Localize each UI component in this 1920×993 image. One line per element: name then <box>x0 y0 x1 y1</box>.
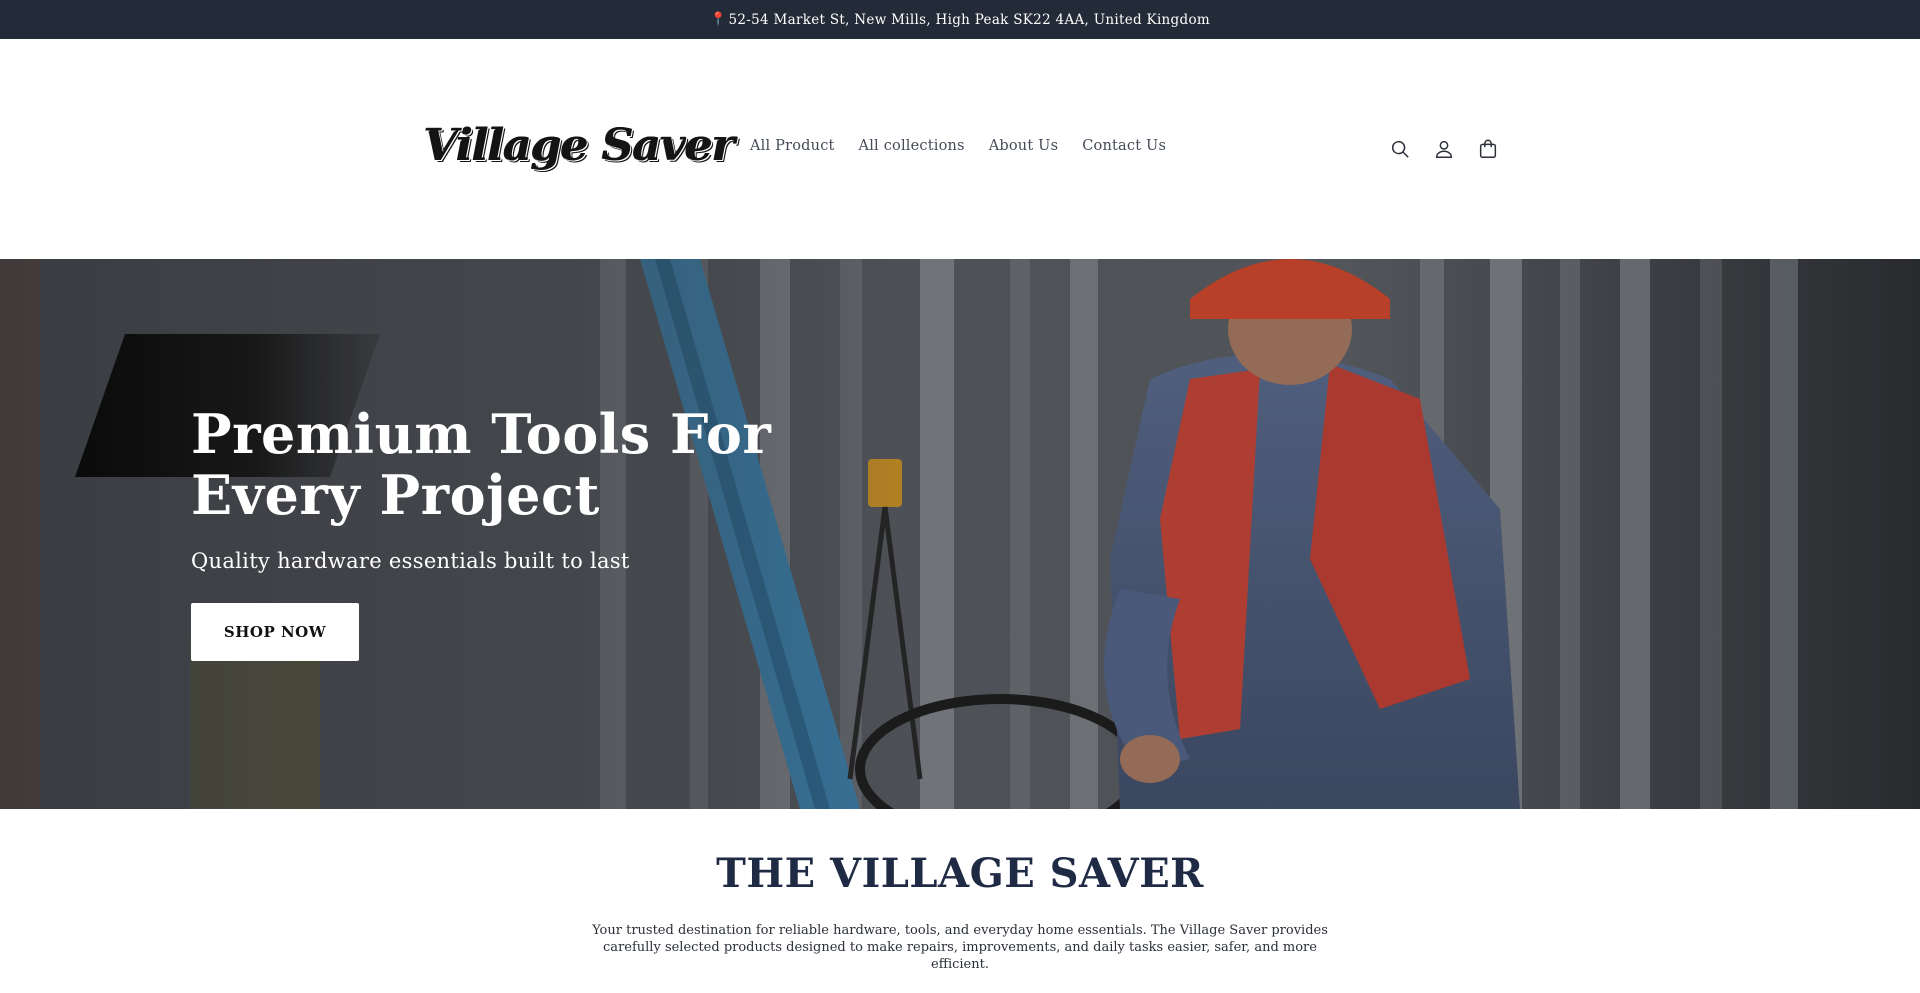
about-title: THE VILLAGE SAVER <box>716 850 1204 897</box>
site-header: Village Saver All Product All collection… <box>0 39 1920 259</box>
search-icon[interactable] <box>1388 137 1412 161</box>
logo[interactable]: Village Saver <box>424 115 735 175</box>
about-text: Your trusted destination for reliable ha… <box>592 923 1328 972</box>
pin-icon: 📍 <box>710 12 727 27</box>
nav-about-us[interactable]: About Us <box>977 138 1071 154</box>
hero-background-image <box>0 259 1920 809</box>
account-icon[interactable] <box>1432 137 1456 161</box>
store-address: 52-54 Market St, New Mills, High Peak SK… <box>728 11 1210 28</box>
about-section: THE VILLAGE SAVER Your trusted destinati… <box>0 809 1920 993</box>
nav-all-collections[interactable]: All collections <box>847 138 977 154</box>
hero-banner: Premium Tools For Every Project Quality … <box>0 259 1920 809</box>
shop-now-button[interactable]: SHOP NOW <box>191 603 359 661</box>
logo-text: Village Saver <box>424 119 735 171</box>
nav-all-product[interactable]: All Product <box>740 138 847 154</box>
cart-icon[interactable] <box>1476 137 1500 161</box>
nav-contact-us[interactable]: Contact Us <box>1070 138 1178 154</box>
header-icons <box>1388 137 1500 161</box>
announcement-bar: 📍 52-54 Market St, New Mills, High Peak … <box>0 0 1920 39</box>
hero-subtitle: Quality hardware essentials built to las… <box>191 549 630 573</box>
hero-title: Premium Tools For Every Project <box>191 402 772 527</box>
main-nav: All Product All collections About Us Con… <box>740 138 1178 154</box>
